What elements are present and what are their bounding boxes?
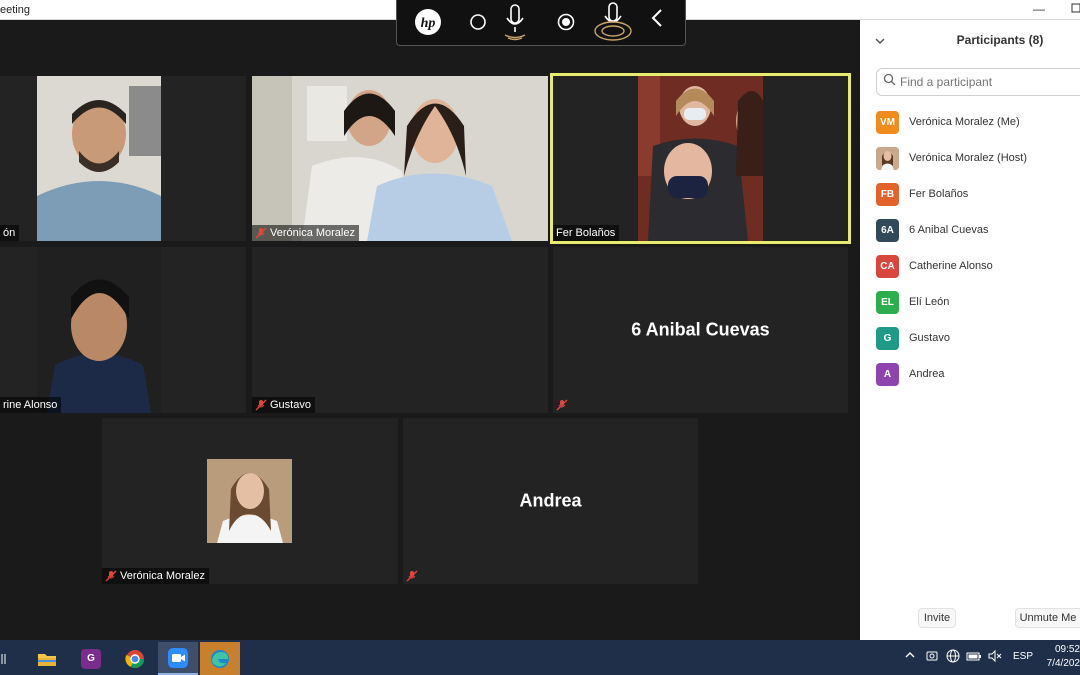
participant-video <box>252 76 548 241</box>
participant-name-tag: rine Alonso <box>0 397 62 413</box>
window-title: eeting <box>0 4 30 16</box>
video-tile[interactable]: Gustavo <box>252 247 548 413</box>
participant-name: Fer Bolaños <box>909 188 969 200</box>
camera-tray-icon[interactable] <box>925 649 939 666</box>
hp-camera-toolbar: hp <box>396 0 686 46</box>
camera-off-icon[interactable] <box>463 0 493 44</box>
unmute-me-button[interactable]: Unmute Me <box>1015 608 1080 628</box>
participant-name: Verónica Moralez <box>120 570 205 582</box>
tray-expand-icon[interactable] <box>904 649 916 664</box>
collapse-panel-icon[interactable] <box>875 33 885 51</box>
video-gallery: ón Verónica Moralez Fer Bolaños rine Alo… <box>0 20 860 640</box>
participant-name: Verónica Moralez (Host) <box>909 152 1027 164</box>
video-tile[interactable]: Verónica Moralez <box>252 76 548 241</box>
panel-title: Participants (8) <box>956 33 1044 47</box>
participant-name: Verónica Moralez <box>270 227 355 239</box>
participant-name: Andrea <box>909 368 945 380</box>
participant-name: Gustavo <box>270 399 311 411</box>
participant-name-tag: ón <box>0 225 20 241</box>
chrome-icon[interactable] <box>115 642 155 675</box>
participant-item[interactable]: Verónica Moralez (Host) <box>876 140 1080 176</box>
avatar: G <box>876 326 899 350</box>
participant-name: Gustavo <box>909 332 950 344</box>
participants-panel: Participants (8) VM Verónica Moralez (Me)… <box>860 20 1080 640</box>
participant-item[interactable]: 6A 6 Anibal Cuevas <box>876 212 1080 248</box>
participant-video <box>37 247 161 413</box>
participant-name: Verónica Moralez (Me) <box>909 116 1020 128</box>
participant-name: 6 Anibal Cuevas <box>909 224 989 236</box>
panel-header: Participants (8) <box>860 20 1080 60</box>
task-view-icon[interactable] <box>0 642 12 675</box>
participant-list: VM Verónica Moralez (Me) Verónica Moralez… <box>876 104 1080 392</box>
invite-button[interactable]: Invite <box>918 608 956 628</box>
avatar: VM <box>876 110 899 134</box>
participant-search[interactable] <box>876 68 1080 96</box>
participant-video <box>638 76 763 241</box>
participant-name-tag: Gustavo <box>252 397 315 413</box>
avatar: EL <box>876 290 899 314</box>
network-icon[interactable] <box>946 649 960 666</box>
mic-muted-icon <box>406 570 418 582</box>
participant-name-tag: Verónica Moralez <box>102 568 209 584</box>
participant-item[interactable]: FB Fer Bolaños <box>876 176 1080 212</box>
battery-icon[interactable] <box>966 649 982 666</box>
participant-item[interactable]: G Gustavo <box>876 320 1080 356</box>
minimize-button[interactable]: — <box>1033 2 1045 16</box>
participant-video <box>37 76 161 241</box>
video-tile[interactable]: 6 Anibal Cuevas <box>553 247 848 413</box>
windows-taskbar: G ESP 09:52 7/4/202 <box>0 640 1080 675</box>
search-icon <box>883 73 896 91</box>
video-tile-active-speaker[interactable]: Fer Bolaños <box>550 73 851 244</box>
clock-date: 7/4/202 <box>1046 658 1080 669</box>
video-tile[interactable]: ón <box>0 76 246 241</box>
participant-item[interactable]: CA Catherine Alonso <box>876 248 1080 284</box>
camera-on-icon[interactable] <box>551 0 581 44</box>
pdf-app-icon[interactable]: G <box>71 642 111 675</box>
zoom-app-icon[interactable] <box>158 642 198 675</box>
participant-item[interactable]: EL Elí León <box>876 284 1080 320</box>
video-tile[interactable]: rine Alonso <box>0 247 246 413</box>
system-clock[interactable]: 09:52 7/4/202 <box>1040 643 1080 671</box>
clock-time: 09:52 <box>1054 644 1080 655</box>
svg-text:hp: hp <box>421 16 436 31</box>
participant-name: Elí León <box>909 296 950 308</box>
maximize-button[interactable] <box>1070 0 1080 17</box>
avatar: FB <box>876 182 899 206</box>
avatar: CA <box>876 254 899 278</box>
mic-muted-icon <box>556 399 568 411</box>
video-tile[interactable]: Andrea <box>403 418 698 584</box>
avatar: 6A <box>876 218 899 242</box>
participant-name: ón <box>3 227 16 239</box>
participant-video <box>207 459 292 543</box>
microphone-icon[interactable] <box>497 0 533 44</box>
participant-display-name: 6 Anibal Cuevas <box>631 319 770 340</box>
participant-name-tag: Verónica Moralez <box>252 225 359 241</box>
input-language[interactable]: ESP <box>1013 651 1033 662</box>
mic-muted-icon <box>255 399 267 411</box>
avatar: A <box>876 362 899 386</box>
file-explorer-icon[interactable] <box>27 642 67 675</box>
participant-display-name: Andrea <box>519 490 582 511</box>
participant-name-tag: Fer Bolaños <box>553 225 620 241</box>
participant-name-tag <box>403 568 422 584</box>
avatar <box>876 146 899 170</box>
participant-name-tag <box>553 397 572 413</box>
participant-name: rine Alonso <box>3 399 58 411</box>
participant-name: Catherine Alonso <box>909 260 993 272</box>
video-tile[interactable]: Verónica Moralez <box>102 418 398 584</box>
participant-item[interactable]: A Andrea <box>876 356 1080 392</box>
participant-name: Fer Bolaños <box>556 227 616 239</box>
collapse-chevron-icon[interactable] <box>645 0 669 40</box>
microphone-active-icon[interactable] <box>589 0 637 44</box>
volume-muted-icon[interactable] <box>987 649 1003 666</box>
edge-icon[interactable] <box>200 642 240 675</box>
svg-text:G: G <box>87 653 95 664</box>
hp-logo: hp <box>405 0 451 44</box>
search-input[interactable] <box>900 75 1070 89</box>
mic-muted-icon <box>255 227 267 239</box>
mic-muted-icon <box>105 570 117 582</box>
participant-item[interactable]: VM Verónica Moralez (Me) <box>876 104 1080 140</box>
